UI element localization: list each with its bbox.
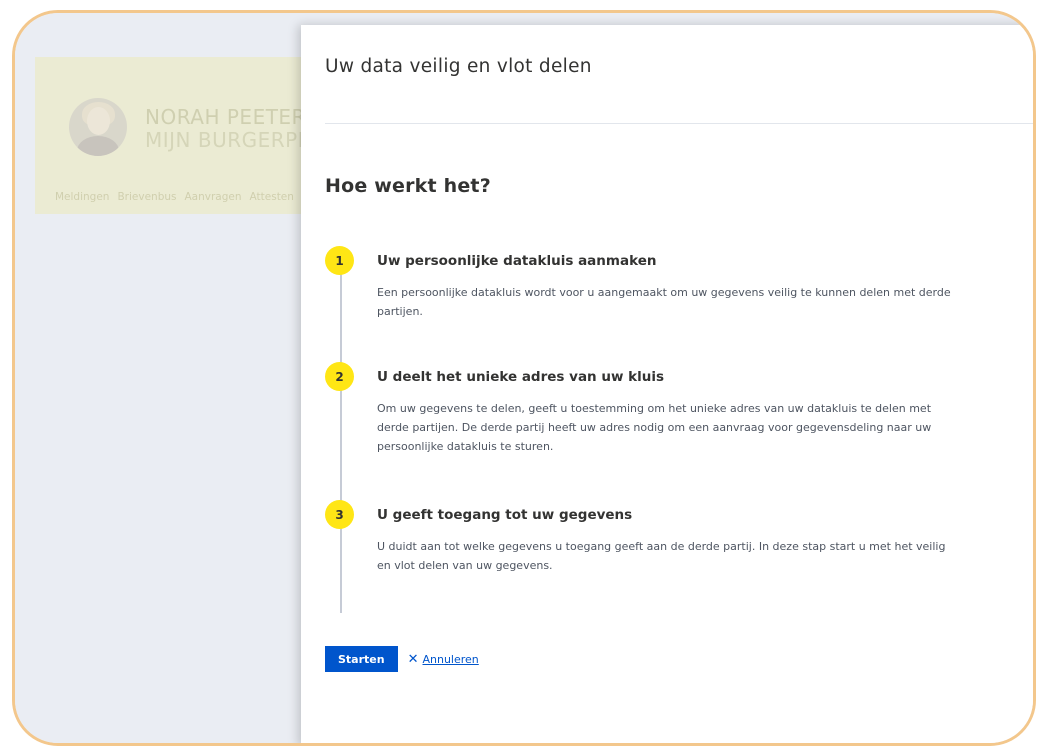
tab-brievenbus[interactable]: Brievenbus [117, 191, 176, 203]
close-icon: ✕ [407, 651, 419, 667]
panel-actions: Starten ✕ Annuleren [325, 646, 479, 672]
step-title: U deelt het unieke adres van uw kluis [377, 369, 665, 385]
cancel-link[interactable]: ✕ Annuleren [408, 653, 479, 666]
profile-nav: Meldingen Brievenbus Aanvragen Attesten [55, 191, 294, 203]
step-number-badge: 1 [325, 246, 354, 275]
side-panel: Uw data veilig en vlot delen Hoe werkt h… [301, 25, 1033, 743]
tab-meldingen[interactable]: Meldingen [55, 191, 109, 203]
step-number-badge: 3 [325, 500, 354, 529]
step-description: Om uw gegevens te delen, geeft u toestem… [377, 402, 932, 453]
panel-title: Uw data veilig en vlot delen [325, 56, 592, 77]
divider [325, 123, 1033, 124]
step-description: U duidt aan tot welke gegevens u toegang… [377, 540, 946, 572]
tab-aanvragen[interactable]: Aanvragen [185, 191, 242, 203]
timeline-line [340, 255, 342, 613]
profile-name: NORAH PEETERS [145, 105, 320, 129]
step-number-badge: 2 [325, 362, 354, 391]
step-title: U geeft toegang tot uw gegevens [377, 507, 633, 523]
start-button[interactable]: Starten [325, 646, 398, 672]
step-description: Een persoonlijke datakluis wordt voor u … [377, 286, 951, 318]
app-frame: NORAH PEETERS MIJN BURGERPROFIEL Melding… [12, 10, 1036, 746]
profile-header: NORAH PEETERS MIJN BURGERPROFIEL Melding… [35, 57, 371, 214]
avatar [69, 98, 127, 156]
section-title: Hoe werkt het? [325, 175, 491, 197]
step-title: Uw persoonlijke datakluis aanmaken [377, 253, 657, 269]
cancel-link-label: Annuleren [422, 652, 479, 666]
tab-attesten[interactable]: Attesten [250, 191, 294, 203]
